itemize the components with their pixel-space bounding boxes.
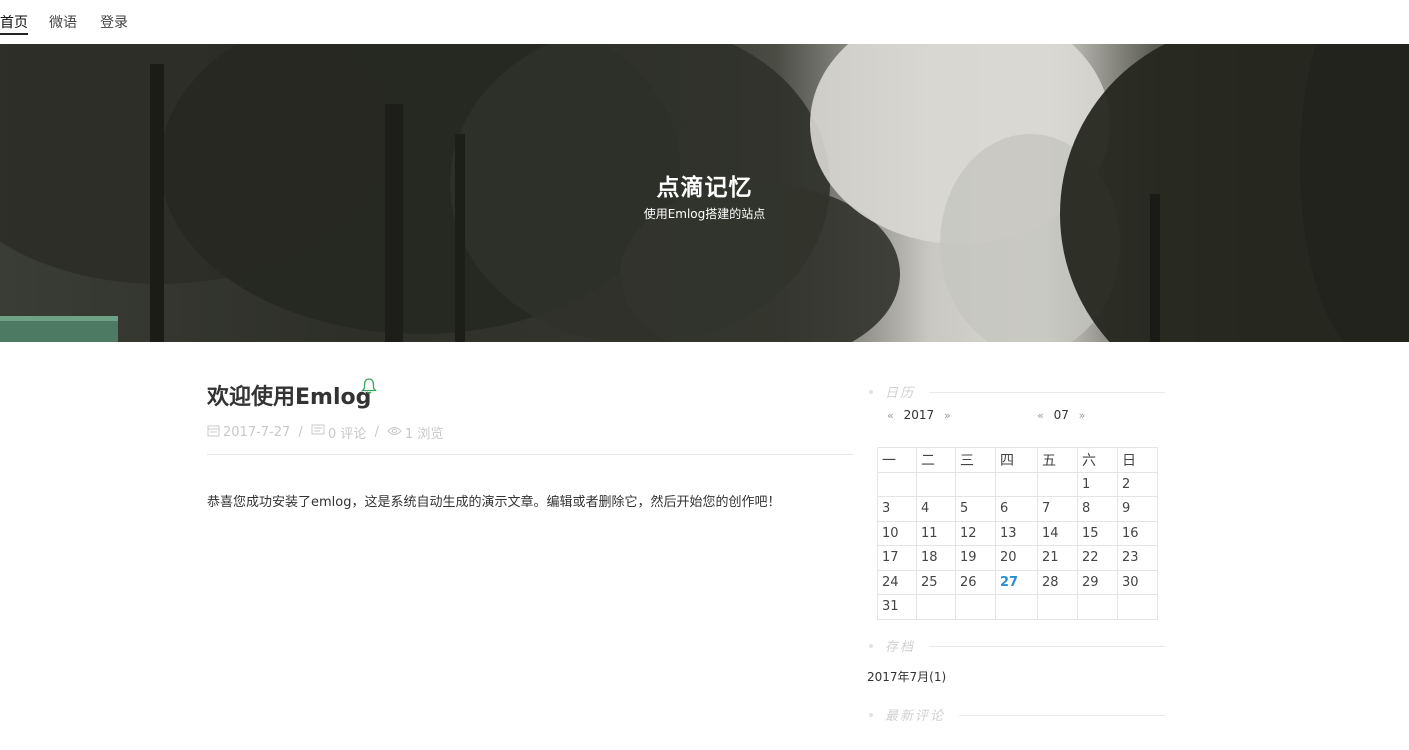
- hero-banner: 点滴记忆 使用Emlog搭建的站点: [0, 44, 1409, 342]
- day-cell: 7: [1037, 496, 1078, 522]
- day-cell: [955, 471, 996, 497]
- weekday-header: 四: [995, 447, 1038, 473]
- year-nav: « 2017 »: [887, 408, 951, 422]
- next-month-arrow[interactable]: »: [1079, 409, 1086, 422]
- month-nav: « 07 »: [1037, 408, 1085, 422]
- month-label: 07: [1053, 408, 1069, 422]
- bell-icon: [360, 377, 378, 399]
- day-cell: [1077, 594, 1118, 620]
- post-body: 恭喜您成功安装了emlog，这是系统自动生成的演示文章。编辑或者删除它，然后开始…: [207, 495, 781, 510]
- day-cell: 29: [1077, 569, 1118, 595]
- day-cell: 5: [955, 496, 996, 522]
- calendar-widget-title: 日历: [885, 386, 916, 401]
- day-cell: [955, 594, 996, 620]
- day-cell: 26: [955, 569, 996, 595]
- weekday-header: 三: [955, 447, 996, 473]
- day-cell: 11: [916, 520, 956, 546]
- bullet-icon: [869, 390, 873, 394]
- post-title-link[interactable]: 欢迎使用Emlog: [207, 379, 371, 411]
- weekday-header: 日: [1117, 447, 1158, 473]
- archive-widget-title: 存档: [885, 640, 916, 655]
- weekday-row: 一 二 三 四 五 六 日: [877, 447, 1158, 473]
- day-cell: [995, 594, 1038, 620]
- day-cell: 8: [1077, 496, 1118, 522]
- latest-comments-widget-header: 最新评论: [867, 705, 1165, 725]
- day-cell: 16: [1117, 520, 1158, 546]
- post-divider: [207, 454, 853, 455]
- day-cell: 14: [1037, 520, 1078, 546]
- day-cell: 31: [877, 594, 917, 620]
- day-cell: 28: [1037, 569, 1078, 595]
- day-cell: [1037, 594, 1078, 620]
- day-cell: [995, 471, 1038, 497]
- day-cell: 10: [877, 520, 917, 546]
- meta-separator: /: [298, 425, 303, 440]
- week-row: 3 4 5 6 7 8 9: [877, 496, 1158, 522]
- latest-comments-widget-title: 最新评论: [885, 709, 946, 724]
- day-cell: 3: [877, 496, 917, 522]
- day-cell: 18: [916, 545, 956, 571]
- post-meta: 2017-7-27 / 0 评论 / 1 浏览: [207, 423, 443, 442]
- day-cell: 22: [1077, 545, 1118, 571]
- site-subtitle: 使用Emlog搭建的站点: [643, 207, 766, 221]
- day-cell: 30: [1117, 569, 1158, 595]
- today-day-link[interactable]: 27: [995, 569, 1038, 595]
- day-cell: 6: [995, 496, 1038, 522]
- eye-icon: [387, 425, 402, 441]
- week-row: 10 11 12 13 14 15 16: [877, 520, 1158, 546]
- calendar-icon: [207, 424, 220, 441]
- weekday-header: 一: [877, 447, 917, 473]
- week-row: 17 18 19 20 21 22 23: [877, 545, 1158, 571]
- header-rule: [929, 646, 1165, 647]
- year-label: 2017: [903, 408, 935, 422]
- day-cell: 4: [916, 496, 956, 522]
- day-cell: [1037, 471, 1078, 497]
- post-date: 2017-7-27: [223, 425, 291, 440]
- day-cell: 17: [877, 545, 917, 571]
- week-row: 1 2: [877, 471, 1158, 497]
- calendar-table: 一 二 三 四 五 六 日 1 2 3 4 5 6 7 8 9 10 11 12…: [877, 447, 1158, 620]
- post-views: 1 浏览: [405, 427, 444, 442]
- top-nav: 首页 微语 登录: [0, 0, 1409, 44]
- week-row: 24 25 26 27 28 29 30: [877, 569, 1158, 595]
- next-year-arrow[interactable]: »: [944, 409, 951, 422]
- nav-micro-link[interactable]: 微语: [49, 12, 77, 32]
- day-cell: 20: [995, 545, 1038, 571]
- comment-icon: [311, 424, 325, 441]
- day-cell: 15: [1077, 520, 1118, 546]
- day-cell: 13: [995, 520, 1038, 546]
- prev-month-arrow[interactable]: «: [1037, 409, 1044, 422]
- day-cell: 1: [1077, 471, 1118, 497]
- week-row: 31: [877, 594, 1158, 620]
- day-cell: [916, 471, 956, 497]
- header-rule: [959, 715, 1165, 716]
- nav-login-link[interactable]: 登录: [100, 12, 128, 32]
- bullet-icon: [869, 644, 873, 648]
- prev-year-arrow[interactable]: «: [887, 409, 894, 422]
- day-cell: 24: [877, 569, 917, 595]
- weekday-header: 二: [916, 447, 956, 473]
- day-cell: 9: [1117, 496, 1158, 522]
- calendar-widget-header: 日历: [867, 382, 1165, 402]
- day-cell: [877, 471, 917, 497]
- day-cell: 21: [1037, 545, 1078, 571]
- archive-month-link[interactable]: 2017年7月(1): [867, 668, 946, 685]
- meta-separator: /: [374, 425, 379, 440]
- day-cell: 19: [955, 545, 996, 571]
- archive-widget-header: 存档: [867, 636, 1165, 656]
- nav-home-link[interactable]: 首页: [0, 12, 28, 35]
- weekday-header: 六: [1077, 447, 1118, 473]
- site-title[interactable]: 点滴记忆: [0, 168, 1409, 202]
- header-rule: [929, 392, 1165, 393]
- day-cell: 2: [1117, 471, 1158, 497]
- day-cell: 12: [955, 520, 996, 546]
- day-cell: [916, 594, 956, 620]
- weekday-header: 五: [1037, 447, 1078, 473]
- day-cell: 23: [1117, 545, 1158, 571]
- day-cell: [1117, 594, 1158, 620]
- post-comments[interactable]: 0 评论: [328, 423, 366, 442]
- bullet-icon: [869, 713, 873, 717]
- day-cell: 25: [916, 569, 956, 595]
